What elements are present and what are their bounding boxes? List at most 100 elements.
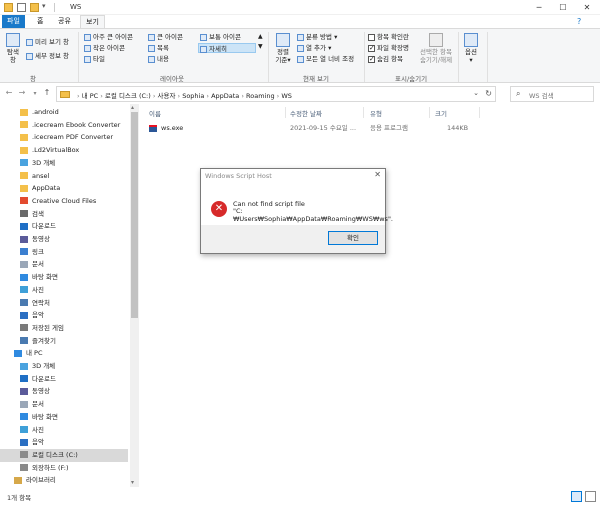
layout-list[interactable]: 목록 — [148, 43, 169, 53]
tab-home[interactable]: 홈 — [32, 15, 48, 28]
sort-button[interactable]: 정렬 기준▾ — [273, 33, 293, 64]
layout-content[interactable]: 내용 — [148, 54, 169, 64]
sidebar-item[interactable]: 사진 — [0, 424, 128, 437]
layout-small[interactable]: 작은 아이콘 — [84, 43, 125, 53]
layout-details[interactable]: 자세히 — [198, 43, 256, 53]
back-arrow-icon[interactable]: ← — [4, 88, 14, 97]
column-divider[interactable] — [429, 107, 430, 118]
sidebar-item[interactable]: 라이브러리 — [0, 474, 128, 487]
details-view-icon[interactable] — [571, 491, 582, 502]
large-icons-view-icon[interactable] — [585, 491, 596, 502]
layout-tiles[interactable]: 타일 — [84, 54, 105, 64]
details-pane-button[interactable]: 세부 정보 창 — [26, 51, 69, 61]
file-extensions-toggle[interactable]: 파일 확장명 — [368, 43, 409, 53]
item-checkboxes-toggle[interactable]: 항목 확인란 — [368, 32, 409, 42]
column-header-name[interactable]: 이름 — [149, 108, 161, 118]
sidebar-item[interactable]: 다운로드 — [0, 220, 128, 233]
breadcrumb-item[interactable]: 내 PC — [82, 92, 99, 100]
layout-scroll-up-icon[interactable]: ▲ — [258, 32, 263, 42]
breadcrumb-item[interactable]: AppData — [211, 92, 239, 100]
sidebar-item[interactable]: 검색 — [0, 208, 128, 221]
sidebar-item[interactable]: 바탕 화면 — [0, 411, 128, 424]
sidebar-item[interactable]: .icecream Ebook Converter — [0, 119, 128, 132]
breadcrumb-separator-icon[interactable]: › — [151, 92, 158, 100]
minimize-button[interactable]: ─ — [528, 0, 550, 15]
dialog-close-button[interactable]: ✕ — [374, 170, 381, 179]
layout-scroll-down-icon[interactable]: ▼ — [258, 42, 263, 52]
layout-large[interactable]: 큰 아이콘 — [148, 32, 183, 42]
sidebar-item[interactable]: 사진 — [0, 284, 128, 297]
column-divider[interactable] — [363, 107, 364, 118]
nav-pane-button[interactable]: 탐색 창 — [4, 33, 22, 64]
ok-button[interactable]: 확인 — [328, 231, 378, 245]
sidebar-item[interactable]: 동영상 — [0, 233, 128, 246]
sidebar-item[interactable]: 링크 — [0, 246, 128, 259]
sidebar-item[interactable]: 바탕 화면 — [0, 271, 128, 284]
tab-share[interactable]: 공유 — [53, 15, 76, 28]
layout-extra-large[interactable]: 아주 큰 아이콘 — [84, 32, 133, 42]
breadcrumb-item[interactable]: 로컬 디스크 (C:) — [105, 92, 151, 100]
sidebar-item[interactable]: 음악 — [0, 436, 128, 449]
sidebar-item[interactable]: AppData — [0, 182, 128, 195]
sidebar-item[interactable]: 외장하드 (F:) — [0, 462, 128, 475]
close-button[interactable]: ✕ — [576, 0, 598, 15]
sidebar-item[interactable]: .Ld2VirtualBox — [0, 144, 128, 157]
breadcrumb-item[interactable]: Sophia — [182, 92, 204, 100]
sidebar-item[interactable]: 로컬 디스크 (C:) — [0, 448, 128, 462]
group-by-icon — [297, 33, 304, 41]
sidebar-item[interactable]: 음악 — [0, 309, 128, 322]
sidebar-item[interactable]: Creative Cloud Files — [0, 195, 128, 208]
breadcrumb-item[interactable]: 사용자 — [158, 92, 176, 100]
refresh-icon[interactable]: ↻ — [485, 89, 492, 98]
new-folder-icon[interactable] — [30, 3, 39, 12]
chevron-down-icon[interactable]: ⌄ — [473, 89, 479, 97]
properties-icon[interactable] — [17, 3, 26, 12]
group-by-button[interactable]: 분류 방법 ▾ — [297, 32, 337, 42]
sidebar-item[interactable]: 다운로드 — [0, 373, 128, 386]
nav-scrollbar-thumb[interactable] — [131, 112, 138, 318]
sidebar-item[interactable]: .android — [0, 106, 128, 119]
sidebar-item[interactable]: 저장된 게임 — [0, 322, 128, 335]
breadcrumb-item[interactable]: Roaming — [246, 92, 275, 100]
hide-selected-button[interactable]: 선택한 항목 숨기기/해제 — [416, 33, 456, 64]
column-divider[interactable] — [479, 107, 480, 118]
add-columns-button[interactable]: 열 추가 ▾ — [297, 43, 331, 53]
sidebar-item[interactable]: 동영상 — [0, 385, 128, 398]
quick-access-dropdown-icon[interactable]: ▾ — [42, 2, 46, 10]
sidebar-item[interactable]: 즐겨찾기 — [0, 335, 128, 348]
breadcrumb-separator-icon[interactable]: › — [239, 92, 246, 100]
sidebar-item[interactable]: ansel — [0, 170, 128, 183]
address-input[interactable]: › 내 PC › 로컬 디스크 (C:) › 사용자 › Sophia › Ap… — [56, 86, 496, 102]
details-icon — [200, 45, 207, 53]
column-header-modified[interactable]: 수정한 날짜 — [290, 108, 322, 118]
tab-view[interactable]: 보기 — [80, 15, 105, 28]
search-input[interactable]: ⌕ WS 검색 — [510, 86, 594, 102]
breadcrumb-separator-icon[interactable]: › — [98, 92, 105, 100]
column-divider[interactable] — [285, 107, 286, 118]
options-button[interactable]: 옵션 ▾ — [462, 33, 480, 64]
preview-pane-button[interactable]: 미리 보기 창 — [26, 37, 69, 47]
sidebar-item[interactable]: .icecream PDF Converter — [0, 131, 128, 144]
maximize-button[interactable]: ☐ — [552, 0, 574, 15]
forward-arrow-icon[interactable]: → — [17, 88, 27, 97]
fit-columns-button[interactable]: 모든 열 너비 조정 — [297, 54, 354, 64]
column-header-type[interactable]: 유형 — [370, 108, 382, 118]
scroll-up-icon[interactable]: ▴ — [131, 104, 134, 111]
scroll-down-icon[interactable]: ▾ — [131, 479, 134, 486]
tab-file[interactable]: 파일 — [2, 15, 25, 28]
column-header-size[interactable]: 크기 — [435, 108, 447, 118]
sidebar-item[interactable]: 내 PC — [0, 347, 128, 360]
sidebar-item[interactable]: 3D 개체 — [0, 157, 128, 170]
sidebar-item-label: Creative Cloud Files — [32, 196, 97, 205]
sidebar-item[interactable]: 문서 — [0, 258, 128, 271]
table-row[interactable]: ws.exe 2021-09-15 수요일 ... 응용 프로그램 144KB — [147, 122, 477, 135]
help-icon[interactable]: ? — [572, 15, 586, 28]
sidebar-item[interactable]: 연락처 — [0, 297, 128, 310]
recent-locations-chevron-icon[interactable]: ▾ — [30, 90, 40, 97]
sidebar-item[interactable]: 3D 개체 — [0, 360, 128, 373]
hidden-items-toggle[interactable]: 숨김 항목 — [368, 54, 403, 64]
sidebar-item[interactable]: 문서 — [0, 398, 128, 411]
breadcrumb-item[interactable]: WS — [281, 92, 292, 100]
up-arrow-icon[interactable]: ↑ — [42, 88, 52, 97]
layout-medium[interactable]: 보통 아이콘 — [200, 32, 241, 42]
